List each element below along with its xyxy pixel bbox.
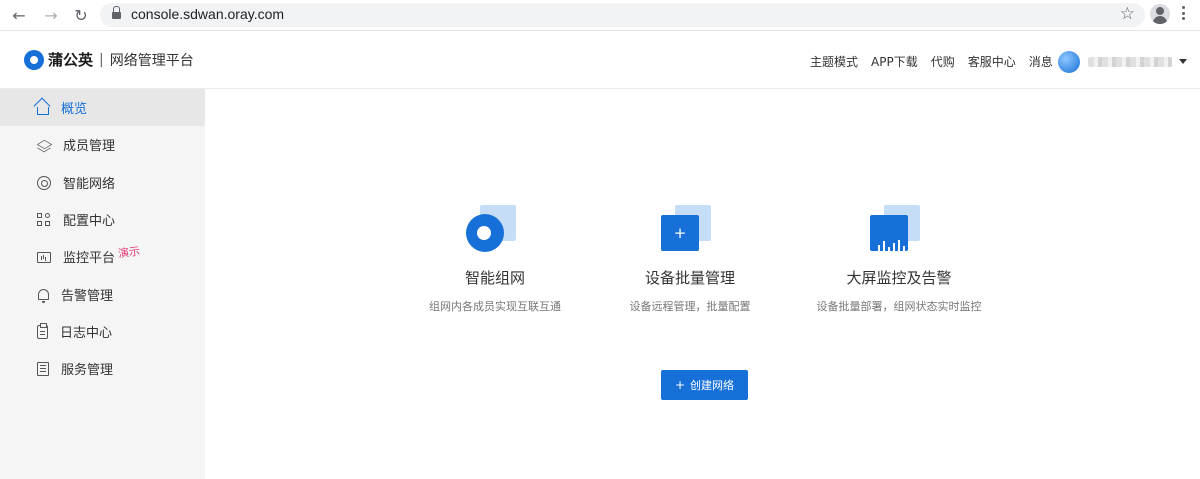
sidebar-item-logs[interactable]: 日志中心 — [0, 313, 205, 350]
sidebar-item-config-center[interactable]: 配置中心 — [0, 201, 205, 238]
sidebar-item-services[interactable]: 服务管理 — [0, 350, 205, 387]
forward-arrow-icon[interactable]: → — [40, 4, 62, 26]
browser-menu-icon[interactable] — [1182, 6, 1186, 24]
feature-desc: 设备远程管理，批量配置 — [629, 300, 751, 313]
dandelion-logo-icon — [24, 49, 44, 70]
feature-screen-monitoring: 大屏监控及告警 设备批量部署，组网状态实时监控 — [784, 205, 1014, 314]
feature-desc: 组网内各成员实现互联互通 — [429, 300, 561, 313]
sidebar-item-monitoring[interactable]: 监控平台 演示 — [0, 238, 205, 275]
sidebar-item-label: 告警管理 — [61, 289, 114, 304]
sidebar-item-smart-network[interactable]: 智能网络 — [0, 164, 205, 201]
sidebar-item-label: 配置中心 — [63, 214, 116, 229]
list-icon — [37, 361, 49, 376]
nav-support-center[interactable]: 客服中心 — [968, 53, 1016, 70]
grid-icon — [37, 212, 51, 227]
url-text: console.sdwan.oray.com — [131, 6, 285, 22]
feature-title: 智能组网 — [464, 269, 525, 287]
brand-separator: | — [99, 51, 104, 68]
caret-down-icon[interactable] — [1179, 59, 1187, 64]
home-icon — [37, 106, 49, 115]
clipboard-icon — [37, 322, 48, 339]
nav-purchase[interactable]: 代购 — [931, 53, 955, 70]
monitor-icon — [37, 252, 51, 263]
lock-icon — [112, 6, 121, 20]
demo-badge: 演示 — [117, 244, 141, 261]
browser-profile-icon[interactable] — [1150, 4, 1170, 24]
sidebar-item-members[interactable]: 成员管理 — [0, 126, 205, 163]
sidebar: 概览 成员管理 智能网络 配置中心 监控平台 演示 告警管理 日志中心 服务管理 — [0, 89, 205, 479]
bar-chart-icon — [870, 205, 928, 255]
sidebar-item-overview[interactable]: 概览 — [0, 89, 205, 126]
back-arrow-icon[interactable]: ← — [8, 4, 30, 26]
feature-title: 设备批量管理 — [644, 269, 735, 287]
feature-desc: 设备批量部署，组网状态实时监控 — [816, 300, 982, 313]
network-logo-icon — [466, 205, 524, 255]
brand-subtitle: 网络管理平台 — [109, 52, 194, 69]
sidebar-item-label: 概览 — [61, 102, 88, 117]
bell-icon — [38, 289, 49, 303]
plus-icon: + — [674, 378, 686, 392]
sidebar-item-label: 成员管理 — [63, 139, 116, 154]
network-icon — [37, 175, 51, 190]
nav-app-download[interactable]: APP下载 — [871, 53, 918, 70]
sidebar-item-label: 日志中心 — [60, 326, 113, 341]
create-network-button[interactable]: + 创建网络 — [661, 370, 748, 400]
address-bar[interactable]: console.sdwan.oray.com ☆ — [100, 3, 1145, 27]
bookmark-star-icon[interactable]: ☆ — [1120, 4, 1135, 24]
user-avatar[interactable] — [1058, 51, 1080, 73]
feature-title: 大屏监控及告警 — [846, 269, 952, 287]
feature-batch-device: + 设备批量管理 设备远程管理，批量配置 — [590, 205, 790, 314]
layers-icon — [37, 138, 51, 152]
feature-plus-glyph: + — [661, 215, 699, 251]
brand-logo[interactable]: 蒲公英 | 网络管理平台 — [24, 49, 194, 70]
user-name-redacted[interactable] — [1088, 57, 1172, 67]
feature-smart-network: 智能组网 组网内各成员实现互联互通 — [395, 205, 595, 314]
nav-messages[interactable]: 消息 — [1029, 53, 1053, 70]
create-network-label: 创建网络 — [690, 379, 735, 392]
sidebar-item-alerts[interactable]: 告警管理 — [0, 276, 205, 313]
sidebar-item-label: 智能网络 — [63, 177, 116, 192]
main-content: 智能组网 组网内各成员实现互联互通 + 设备批量管理 设备远程管理，批量配置 大… — [205, 89, 1200, 479]
sidebar-item-label: 服务管理 — [61, 363, 114, 378]
app-header: 蒲公英 | 网络管理平台 主题模式 APP下载 代购 客服中心 消息 — [0, 31, 1200, 89]
sidebar-item-label: 监控平台 — [63, 251, 116, 266]
brand-name: 蒲公英 — [48, 51, 94, 69]
nav-theme-mode[interactable]: 主题模式 — [810, 53, 858, 70]
plus-square-icon: + — [661, 205, 719, 255]
top-nav: 主题模式 APP下载 代购 客服中心 消息 — [810, 53, 1066, 70]
reload-icon[interactable]: ↻ — [70, 4, 92, 26]
browser-toolbar: ← → ↻ console.sdwan.oray.com ☆ — [0, 0, 1200, 31]
